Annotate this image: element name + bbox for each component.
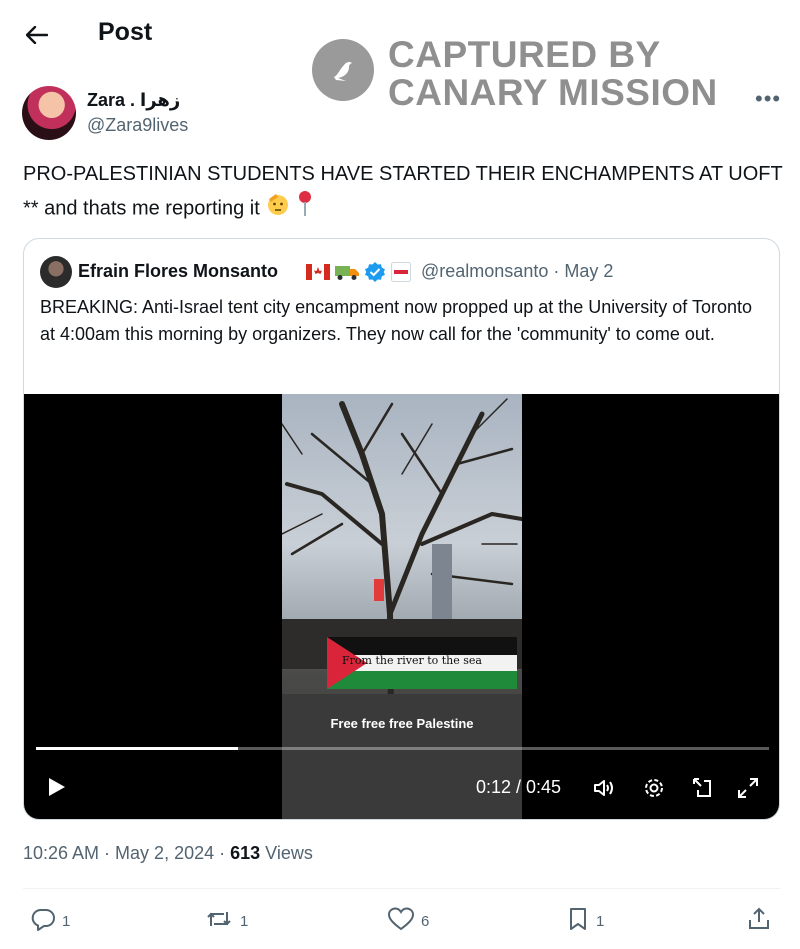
quoted-tweet-text: BREAKING: Anti-Israel tent city encampme… bbox=[40, 297, 753, 344]
reply-button[interactable]: 1 bbox=[30, 906, 70, 936]
like-button[interactable]: 6 bbox=[387, 906, 429, 936]
bookmark-count: 1 bbox=[596, 912, 605, 930]
watermark-text: CAPTURED BY CANARY MISSION bbox=[388, 36, 718, 112]
quoted-date[interactable]: · May 2 bbox=[553, 261, 613, 281]
quoted-author-badges bbox=[306, 261, 412, 288]
tweet-text: PRO-PALESTINIAN STUDENTS HAVE STARTED TH… bbox=[23, 159, 783, 228]
watermark-line-1: CAPTURED BY bbox=[388, 34, 661, 75]
repost-button[interactable]: 1 bbox=[204, 906, 248, 936]
more-options-icon[interactable]: ••• bbox=[755, 86, 781, 112]
author-name[interactable]: Zara . زهرا bbox=[87, 90, 180, 111]
share-icon bbox=[746, 906, 772, 936]
avatar[interactable] bbox=[22, 86, 76, 140]
repost-count: 1 bbox=[240, 912, 249, 930]
reply-icon bbox=[30, 906, 56, 936]
action-bar: 1 1 6 1 bbox=[0, 904, 800, 938]
video-time: 0:12 / 0:45 bbox=[476, 777, 562, 797]
video-progress-bar[interactable] bbox=[36, 747, 769, 750]
back-arrow-icon[interactable] bbox=[22, 20, 52, 50]
reply-count: 1 bbox=[62, 912, 71, 930]
canada-flag-icon bbox=[306, 264, 330, 285]
bookmark-button[interactable]: 1 bbox=[566, 906, 604, 936]
video-progress-fill bbox=[36, 747, 238, 750]
protest-scene-illustration: From the river to the sea bbox=[282, 398, 522, 819]
page-title: Post bbox=[98, 18, 153, 46]
share-button[interactable] bbox=[746, 906, 772, 936]
saluting-face-emoji-icon bbox=[265, 191, 291, 227]
canary-bird-icon bbox=[312, 39, 374, 101]
volume-icon[interactable] bbox=[592, 776, 616, 800]
picture-in-picture-icon[interactable] bbox=[690, 776, 714, 800]
org-affiliation-badge-icon[interactable] bbox=[390, 261, 412, 288]
views-label: Views bbox=[260, 843, 313, 863]
divider bbox=[23, 888, 780, 889]
video-caption: Free free free Palestine bbox=[330, 716, 474, 731]
post-timestamp[interactable]: 10:26 AM · May 2, 2024 · bbox=[23, 843, 230, 863]
author-handle[interactable]: @Zara9lives bbox=[87, 115, 188, 136]
truck-icon bbox=[334, 263, 360, 286]
like-count: 6 bbox=[421, 912, 430, 930]
quoted-tweet[interactable]: Efrain Flores Monsanto @realmonsanto · M… bbox=[23, 238, 780, 820]
watermark-line-2: CANARY MISSION bbox=[388, 72, 718, 113]
video-frame[interactable]: From the river to the sea bbox=[282, 394, 522, 819]
quoted-author-name[interactable]: Efrain Flores Monsanto bbox=[78, 261, 278, 282]
verified-badge-icon bbox=[364, 261, 386, 288]
quoted-avatar[interactable] bbox=[40, 256, 72, 288]
repost-icon bbox=[204, 906, 234, 936]
video-player[interactable]: From the river to the sea Free free free… bbox=[24, 394, 779, 819]
settings-gear-icon[interactable] bbox=[642, 776, 666, 800]
fullscreen-icon[interactable] bbox=[736, 776, 760, 800]
views-count: 613 bbox=[230, 843, 261, 863]
quoted-author-handle[interactable]: @realmonsanto · May 2 bbox=[421, 261, 613, 282]
play-icon[interactable] bbox=[44, 775, 68, 799]
heart-icon bbox=[387, 906, 415, 936]
tweet-text-content: PRO-PALESTINIAN STUDENTS HAVE STARTED TH… bbox=[23, 163, 783, 220]
protest-banner-text: From the river to the sea bbox=[342, 654, 482, 667]
quoted-handle-text[interactable]: @realmonsanto bbox=[421, 261, 548, 281]
canary-mission-watermark: CAPTURED BY CANARY MISSION bbox=[312, 36, 732, 112]
post-metadata: 10:26 AM · May 2, 2024 · 613 Views bbox=[23, 843, 313, 864]
bookmark-icon bbox=[566, 906, 590, 936]
round-pushpin-emoji-icon bbox=[297, 190, 313, 228]
